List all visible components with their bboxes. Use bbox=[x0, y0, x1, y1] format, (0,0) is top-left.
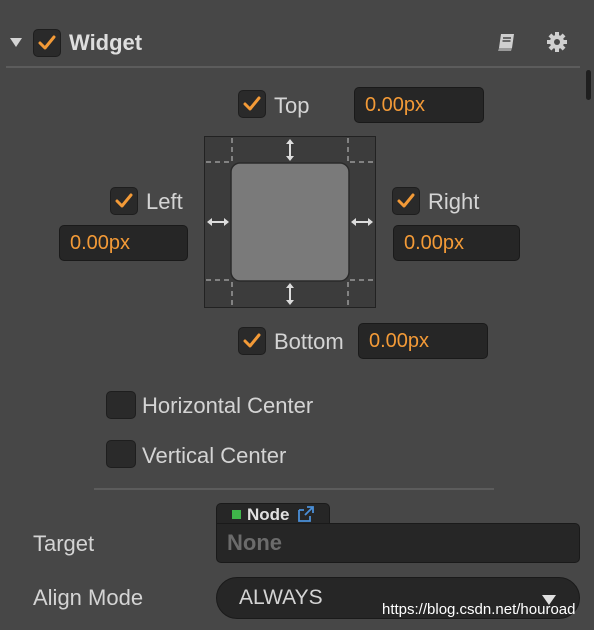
horizontal-resize-icon bbox=[351, 218, 373, 226]
help-button[interactable] bbox=[496, 31, 518, 53]
collapse-toggle[interactable] bbox=[9, 35, 23, 49]
right-checkbox[interactable] bbox=[392, 187, 420, 215]
alignment-diagram bbox=[204, 136, 376, 308]
checkmark-icon bbox=[397, 193, 415, 208]
vertical-center-checkbox[interactable] bbox=[106, 440, 136, 468]
align-mode-value: ALWAYS bbox=[239, 586, 323, 609]
section-divider bbox=[94, 488, 494, 490]
align-mode-label: Align Mode bbox=[33, 585, 144, 610]
left-checkbox[interactable] bbox=[110, 187, 138, 215]
header-divider bbox=[6, 66, 580, 68]
gear-icon bbox=[547, 32, 567, 52]
target-label: Target bbox=[33, 531, 95, 556]
left-label: Left bbox=[146, 189, 183, 214]
top-label: Top bbox=[274, 93, 310, 118]
right-label: Right bbox=[428, 189, 480, 214]
node-type-tag: Node bbox=[216, 503, 330, 525]
target-field[interactable]: None bbox=[216, 523, 580, 563]
triangle-down-icon bbox=[10, 38, 22, 47]
bottom-input[interactable]: 0.00px bbox=[358, 323, 488, 359]
vertical-center-label: Vertical Center bbox=[142, 443, 287, 468]
checkmark-icon bbox=[38, 35, 56, 50]
horizontal-center-checkbox[interactable] bbox=[106, 391, 136, 419]
watermark: https://blog.csdn.net/houroad bbox=[382, 601, 576, 618]
right-input[interactable]: 0.00px bbox=[393, 225, 520, 261]
left-input[interactable]: 0.00px bbox=[59, 225, 188, 261]
node-type-label: Node bbox=[247, 505, 290, 524]
external-link-icon[interactable] bbox=[297, 506, 315, 523]
top-checkbox[interactable] bbox=[238, 90, 266, 118]
checkmark-icon bbox=[243, 333, 261, 348]
horizontal-resize-icon bbox=[207, 218, 229, 226]
component-enabled-checkbox[interactable] bbox=[33, 29, 61, 57]
checkmark-icon bbox=[115, 193, 133, 208]
component-title: Widget bbox=[69, 30, 143, 55]
bottom-checkbox[interactable] bbox=[238, 327, 266, 355]
vertical-resize-icon bbox=[286, 283, 294, 305]
vertical-resize-icon bbox=[286, 139, 294, 161]
book-icon bbox=[498, 34, 514, 51]
node-type-indicator bbox=[232, 510, 241, 519]
top-input[interactable]: 0.00px bbox=[354, 87, 484, 123]
scrollbar-thumb[interactable] bbox=[586, 70, 591, 100]
bottom-label: Bottom bbox=[274, 329, 344, 354]
settings-button[interactable] bbox=[546, 31, 568, 53]
horizontal-center-label: Horizontal Center bbox=[142, 393, 314, 418]
checkmark-icon bbox=[243, 96, 261, 111]
